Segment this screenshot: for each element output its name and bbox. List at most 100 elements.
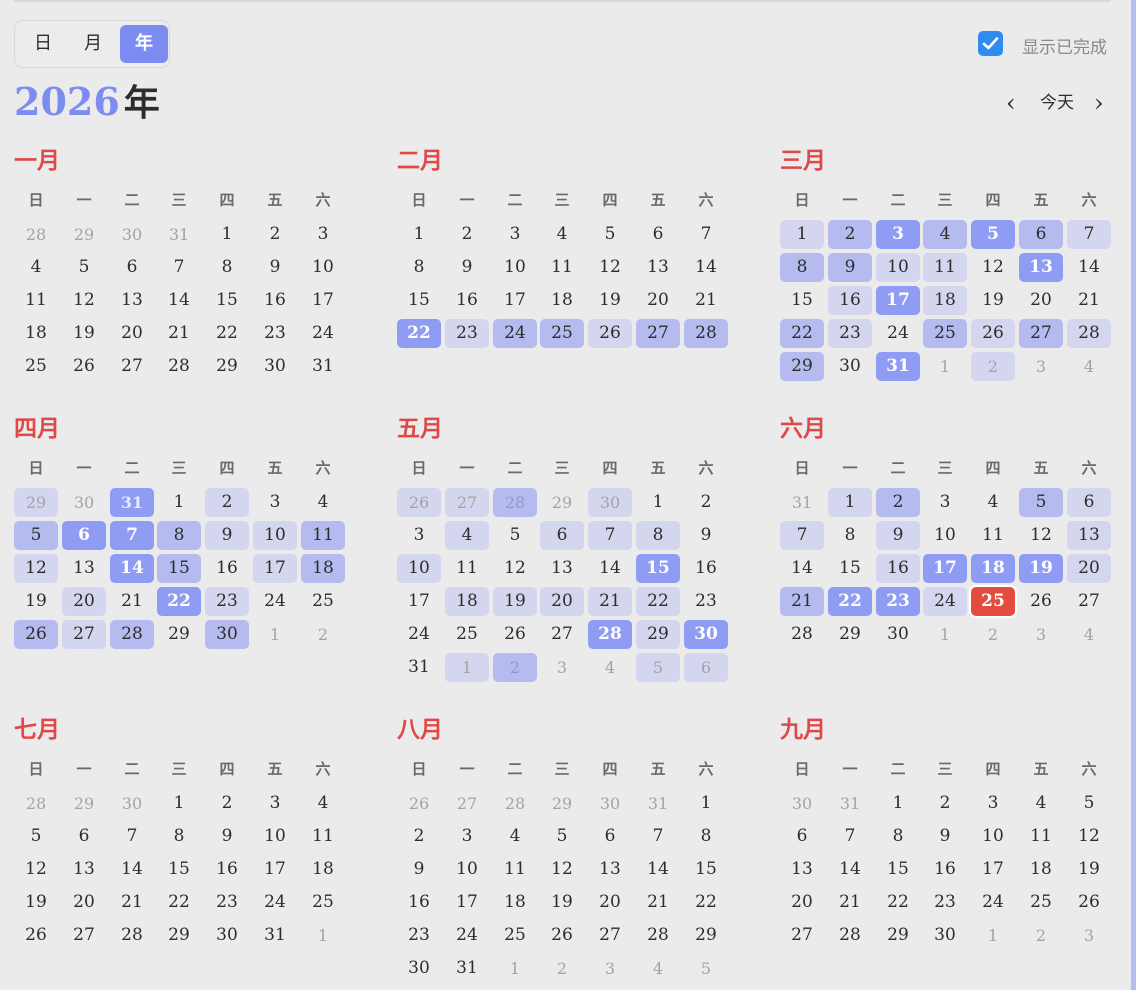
date-cell[interactable]: 15: [876, 855, 920, 884]
date-cell[interactable]: 13: [780, 855, 824, 884]
date-cell[interactable]: 31: [157, 220, 201, 249]
date-cell[interactable]: 19: [62, 319, 106, 348]
date-cell[interactable]: 13: [1067, 521, 1111, 550]
date-cell[interactable]: 30: [684, 620, 728, 649]
date-cell[interactable]: 2: [540, 954, 584, 983]
date-cell[interactable]: 1: [923, 620, 967, 649]
date-cell[interactable]: 13: [588, 855, 632, 884]
view-day-button[interactable]: 日: [19, 25, 67, 63]
date-cell[interactable]: 7: [684, 220, 728, 249]
date-cell[interactable]: 30: [780, 789, 824, 818]
date-cell[interactable]: 27: [62, 921, 106, 950]
date-cell[interactable]: 24: [876, 319, 920, 348]
date-cell[interactable]: 18: [923, 286, 967, 315]
date-cell[interactable]: 1: [157, 488, 201, 517]
date-cell[interactable]: 3: [301, 220, 345, 249]
date-cell[interactable]: 29: [157, 921, 201, 950]
date-cell[interactable]: 8: [780, 253, 824, 282]
date-cell[interactable]: 21: [780, 587, 824, 616]
date-cell[interactable]: 3: [923, 488, 967, 517]
date-cell[interactable]: 4: [1019, 789, 1063, 818]
date-cell[interactable]: 23: [253, 319, 297, 348]
month-title[interactable]: 一月: [14, 146, 60, 176]
date-cell[interactable]: 9: [876, 521, 920, 550]
date-cell[interactable]: 22: [157, 888, 201, 917]
date-cell[interactable]: 28: [684, 319, 728, 348]
date-cell[interactable]: 9: [205, 521, 249, 550]
date-cell[interactable]: 15: [636, 554, 680, 583]
chevron-left-icon[interactable]: ‹: [1006, 88, 1016, 118]
date-cell[interactable]: 21: [684, 286, 728, 315]
date-cell[interactable]: 1: [923, 352, 967, 381]
date-cell[interactable]: 30: [923, 921, 967, 950]
date-cell[interactable]: 13: [62, 554, 106, 583]
date-cell[interactable]: 14: [828, 855, 872, 884]
date-cell[interactable]: 29: [876, 921, 920, 950]
date-cell[interactable]: 30: [828, 352, 872, 381]
date-cell[interactable]: 16: [205, 855, 249, 884]
date-cell[interactable]: 4: [636, 954, 680, 983]
date-cell[interactable]: 27: [62, 620, 106, 649]
date-cell[interactable]: 19: [588, 286, 632, 315]
date-cell[interactable]: 17: [445, 888, 489, 917]
date-cell[interactable]: 17: [397, 587, 441, 616]
date-cell[interactable]: 1: [397, 220, 441, 249]
date-cell[interactable]: 26: [588, 319, 632, 348]
date-cell[interactable]: 3: [1019, 620, 1063, 649]
date-cell[interactable]: 26: [971, 319, 1015, 348]
date-cell[interactable]: 28: [1067, 319, 1111, 348]
date-cell[interactable]: 20: [780, 888, 824, 917]
date-cell[interactable]: 24: [301, 319, 345, 348]
date-cell[interactable]: 2: [876, 488, 920, 517]
date-cell[interactable]: 1: [780, 220, 824, 249]
month-title[interactable]: 五月: [397, 414, 443, 444]
date-cell[interactable]: 5: [14, 521, 58, 550]
date-cell[interactable]: 2: [301, 620, 345, 649]
date-cell[interactable]: 26: [1067, 888, 1111, 917]
date-cell[interactable]: 7: [110, 822, 154, 851]
date-cell[interactable]: 14: [684, 253, 728, 282]
date-cell[interactable]: 30: [253, 352, 297, 381]
date-cell[interactable]: 16: [684, 554, 728, 583]
date-cell[interactable]: 23: [684, 587, 728, 616]
date-cell[interactable]: 12: [62, 286, 106, 315]
date-cell[interactable]: 5: [971, 220, 1015, 249]
date-cell[interactable]: 26: [14, 921, 58, 950]
date-cell[interactable]: 31: [780, 488, 824, 517]
date-cell[interactable]: 10: [253, 521, 297, 550]
date-cell[interactable]: 4: [540, 220, 584, 249]
date-cell[interactable]: 29: [62, 220, 106, 249]
date-cell[interactable]: 11: [1019, 822, 1063, 851]
date-cell[interactable]: 15: [205, 286, 249, 315]
date-cell[interactable]: 10: [397, 554, 441, 583]
date-cell[interactable]: 6: [588, 822, 632, 851]
date-cell[interactable]: 2: [828, 220, 872, 249]
date-cell[interactable]: 26: [493, 620, 537, 649]
date-cell[interactable]: 2: [205, 488, 249, 517]
date-cell[interactable]: 20: [540, 587, 584, 616]
date-cell[interactable]: 24: [971, 888, 1015, 917]
date-cell[interactable]: 22: [205, 319, 249, 348]
date-cell[interactable]: 23: [828, 319, 872, 348]
date-cell[interactable]: 17: [493, 286, 537, 315]
date-cell[interactable]: 26: [397, 488, 441, 517]
date-cell[interactable]: 21: [588, 587, 632, 616]
date-cell[interactable]: 26: [540, 921, 584, 950]
date-cell[interactable]: 13: [1019, 253, 1063, 282]
date-cell[interactable]: 9: [923, 822, 967, 851]
date-cell[interactable]: 27: [445, 789, 489, 818]
date-cell[interactable]: 21: [636, 888, 680, 917]
date-cell[interactable]: 7: [588, 521, 632, 550]
date-cell[interactable]: 25: [445, 620, 489, 649]
date-cell[interactable]: 15: [828, 554, 872, 583]
date-cell[interactable]: 14: [110, 855, 154, 884]
date-cell[interactable]: 20: [636, 286, 680, 315]
date-cell[interactable]: 1: [876, 789, 920, 818]
date-cell[interactable]: 14: [110, 554, 154, 583]
date-cell[interactable]: 13: [540, 554, 584, 583]
date-cell[interactable]: 7: [157, 253, 201, 282]
month-title[interactable]: 九月: [780, 715, 826, 745]
date-cell[interactable]: 17: [971, 855, 1015, 884]
view-year-button[interactable]: 年: [120, 25, 168, 63]
month-title[interactable]: 四月: [14, 414, 60, 444]
